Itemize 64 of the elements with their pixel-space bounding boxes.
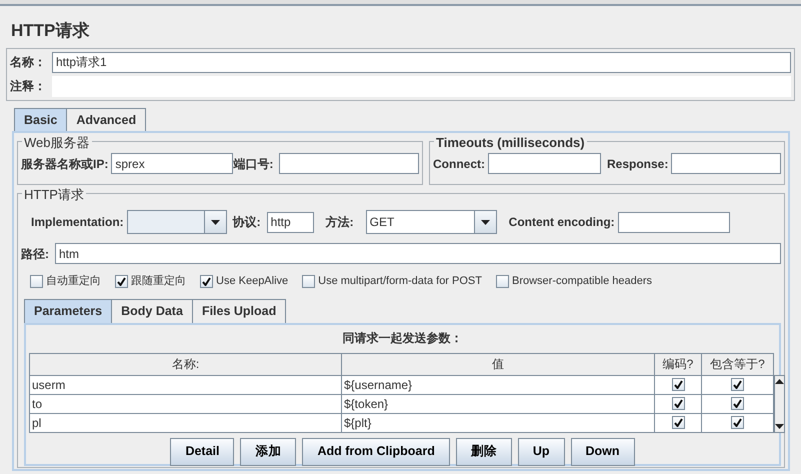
- checkbox[interactable]: [731, 378, 744, 390]
- protocol-field[interactable]: http: [266, 212, 314, 233]
- button[interactable]: Down: [570, 438, 635, 466]
- checkbox[interactable]: [496, 275, 509, 288]
- field-label: 端口号:: [233, 156, 274, 173]
- method-dropdown[interactable]: GET: [366, 210, 497, 234]
- scrollbar[interactable]: [774, 374, 785, 432]
- table-cell: userm: [30, 375, 342, 394]
- column-header: 名称:: [30, 353, 342, 375]
- button[interactable]: Add from Clipboard: [302, 438, 450, 466]
- column-header: 包含等于?: [702, 353, 774, 375]
- table-cell: pl: [30, 413, 342, 432]
- page-title: HTTP请求: [11, 20, 90, 42]
- checkbox[interactable]: [672, 416, 684, 428]
- field-label: Connect:: [433, 156, 485, 173]
- checkbox[interactable]: [731, 416, 744, 428]
- server-field[interactable]: sprex: [111, 153, 234, 174]
- table-cell: ${token}: [342, 394, 654, 413]
- tab[interactable]: Parameters: [24, 298, 112, 322]
- field-label: 服务器名称或IP:: [21, 156, 108, 173]
- field-label: Implementation:: [31, 214, 124, 232]
- checkbox[interactable]: [731, 396, 744, 410]
- name-field[interactable]: http请求1: [52, 52, 791, 72]
- tab[interactable]: Advanced: [66, 108, 146, 132]
- caret-icon: [210, 220, 220, 225]
- caret-icon: [480, 220, 490, 225]
- path-field[interactable]: htm: [55, 243, 781, 264]
- checkbox-label: 自动重定向: [46, 274, 101, 290]
- button[interactable]: 删除: [456, 438, 512, 466]
- field-label: 方法:: [326, 214, 354, 232]
- checkbox-label: Browser-compatible headers: [512, 274, 652, 290]
- field-label: 协议:: [232, 214, 261, 232]
- tab[interactable]: Files Upload: [192, 298, 286, 322]
- checkbox[interactable]: [30, 275, 43, 288]
- button[interactable]: 添加: [240, 438, 296, 466]
- field-label: 路径:: [21, 246, 49, 263]
- checkbox[interactable]: [115, 275, 128, 288]
- implementation-dropdown[interactable]: [126, 210, 227, 234]
- checkbox-label: Use KeepAlive: [216, 274, 288, 290]
- table-caption: 同请求一起发送参数：: [342, 330, 464, 346]
- field-label: Response:: [607, 156, 668, 173]
- table-cell: to: [30, 394, 342, 413]
- connect-field[interactable]: [488, 153, 601, 174]
- button[interactable]: Up: [518, 438, 565, 466]
- field-label: 注释：: [10, 78, 46, 95]
- column-header: 编码?: [654, 353, 702, 375]
- tab[interactable]: Basic: [14, 108, 68, 132]
- port-field[interactable]: [279, 153, 419, 174]
- field-label: Content encoding:: [508, 214, 615, 232]
- checkbox[interactable]: [200, 275, 213, 288]
- checkbox[interactable]: [672, 396, 684, 410]
- checkbox[interactable]: [672, 378, 684, 390]
- checkbox[interactable]: [302, 275, 316, 288]
- checkbox-label: 跟随重定向: [131, 274, 186, 290]
- scroll-up-icon: [775, 378, 784, 384]
- checkbox-label: Use multipart/form-data for POST: [318, 274, 482, 290]
- field-label: 名称：: [10, 54, 46, 71]
- encoding-field[interactable]: [618, 212, 730, 233]
- table-cell: ${plt}: [342, 413, 654, 432]
- button[interactable]: Detail: [170, 438, 234, 466]
- scroll-down-icon: [775, 424, 784, 428]
- column-header: 值: [342, 353, 654, 375]
- table-cell: ${username}: [342, 375, 654, 394]
- response-field[interactable]: [671, 153, 781, 174]
